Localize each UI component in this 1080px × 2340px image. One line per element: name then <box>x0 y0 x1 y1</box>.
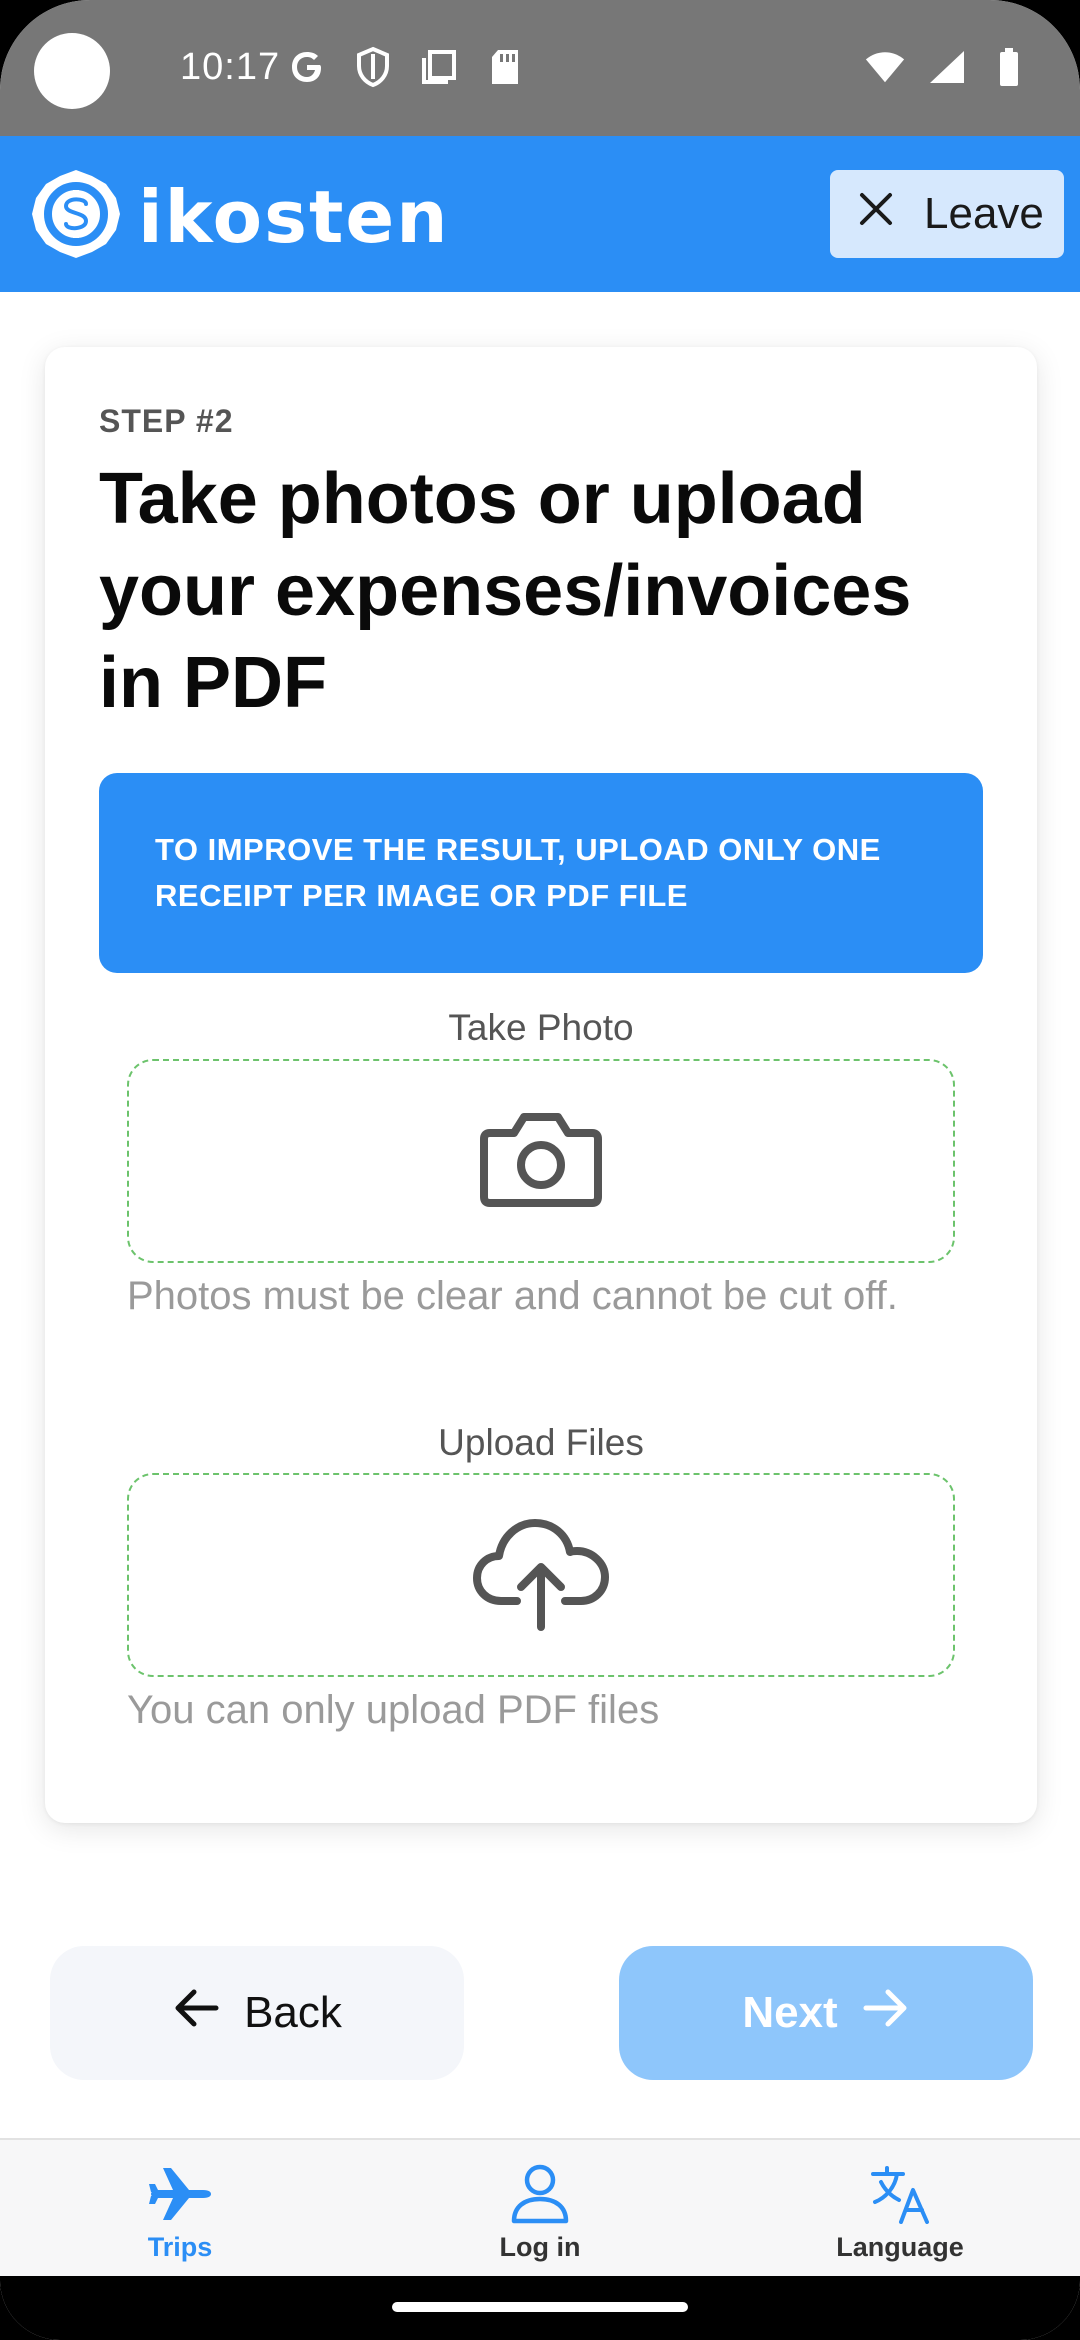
nav-item-trips[interactable]: Trips <box>0 2140 360 2276</box>
nav-label-language: Language <box>836 2232 964 2262</box>
nav-item-language[interactable]: Language <box>720 2140 1080 2276</box>
camera-icon <box>478 1109 604 1214</box>
cloud-upload-icon <box>471 1515 611 1636</box>
bottom-navigation: Trips Log in Language <box>0 2138 1080 2276</box>
arrow-right-icon <box>862 1988 910 2039</box>
back-button[interactable]: Back <box>50 1946 464 2080</box>
status-icons-left <box>286 44 526 90</box>
leave-label: Leave <box>924 189 1044 238</box>
leave-button[interactable]: Leave <box>830 170 1064 258</box>
upload-hint: You can only upload PDF files <box>127 1688 660 1732</box>
airplane-icon <box>145 2162 215 2226</box>
next-button[interactable]: Next <box>619 1946 1033 2080</box>
status-time: 10:17 <box>180 46 281 88</box>
upload-step-card: STEP #2 Take photos or upload your expen… <box>45 347 1037 1823</box>
front-camera-cutout <box>34 33 110 109</box>
logo-wordmark: ikosten <box>138 174 450 259</box>
photo-hint: Photos must be clear and cannot be cut o… <box>127 1274 898 1318</box>
app-header: ikosten Leave <box>0 136 1080 292</box>
sd-card-icon <box>484 44 526 90</box>
google-g-icon <box>286 44 328 90</box>
nav-item-log-in[interactable]: Log in <box>360 2140 720 2276</box>
status-bar: 10:17 <box>0 0 1080 136</box>
ikosten-logo[interactable]: ikosten <box>28 166 449 267</box>
info-banner: TO IMPROVE THE RESULT, UPLOAD ONLY ONE R… <box>99 773 983 973</box>
battery-icon <box>988 44 1030 90</box>
take-photo-label: Take Photo <box>448 1007 634 1048</box>
upload-files-label: Upload Files <box>438 1422 644 1463</box>
copy-icon <box>418 44 460 90</box>
page-title: Take photos or upload your expenses/invo… <box>99 459 912 723</box>
back-label: Back <box>244 1988 342 2037</box>
take-photo-dropzone[interactable] <box>127 1059 955 1263</box>
upload-files-dropzone[interactable] <box>127 1473 955 1677</box>
translate-icon <box>865 2162 935 2226</box>
app-screen: 10:17 ikosten Leave STEP #2 Take photos … <box>0 0 1080 2340</box>
step-label: STEP #2 <box>99 403 234 439</box>
wifi-icon <box>864 44 906 90</box>
shield-icon <box>352 44 394 90</box>
user-icon <box>505 2162 575 2226</box>
arrow-left-icon <box>172 1988 220 2039</box>
nav-label-log-in: Log in <box>499 2232 581 2262</box>
nav-label-trips: Trips <box>147 2232 213 2262</box>
next-label: Next <box>742 1988 838 2037</box>
dollar-coin-icon <box>28 166 124 267</box>
status-icons-right <box>864 44 1030 90</box>
close-icon <box>856 189 896 240</box>
home-indicator[interactable] <box>392 2302 688 2312</box>
signal-icon <box>926 44 968 90</box>
